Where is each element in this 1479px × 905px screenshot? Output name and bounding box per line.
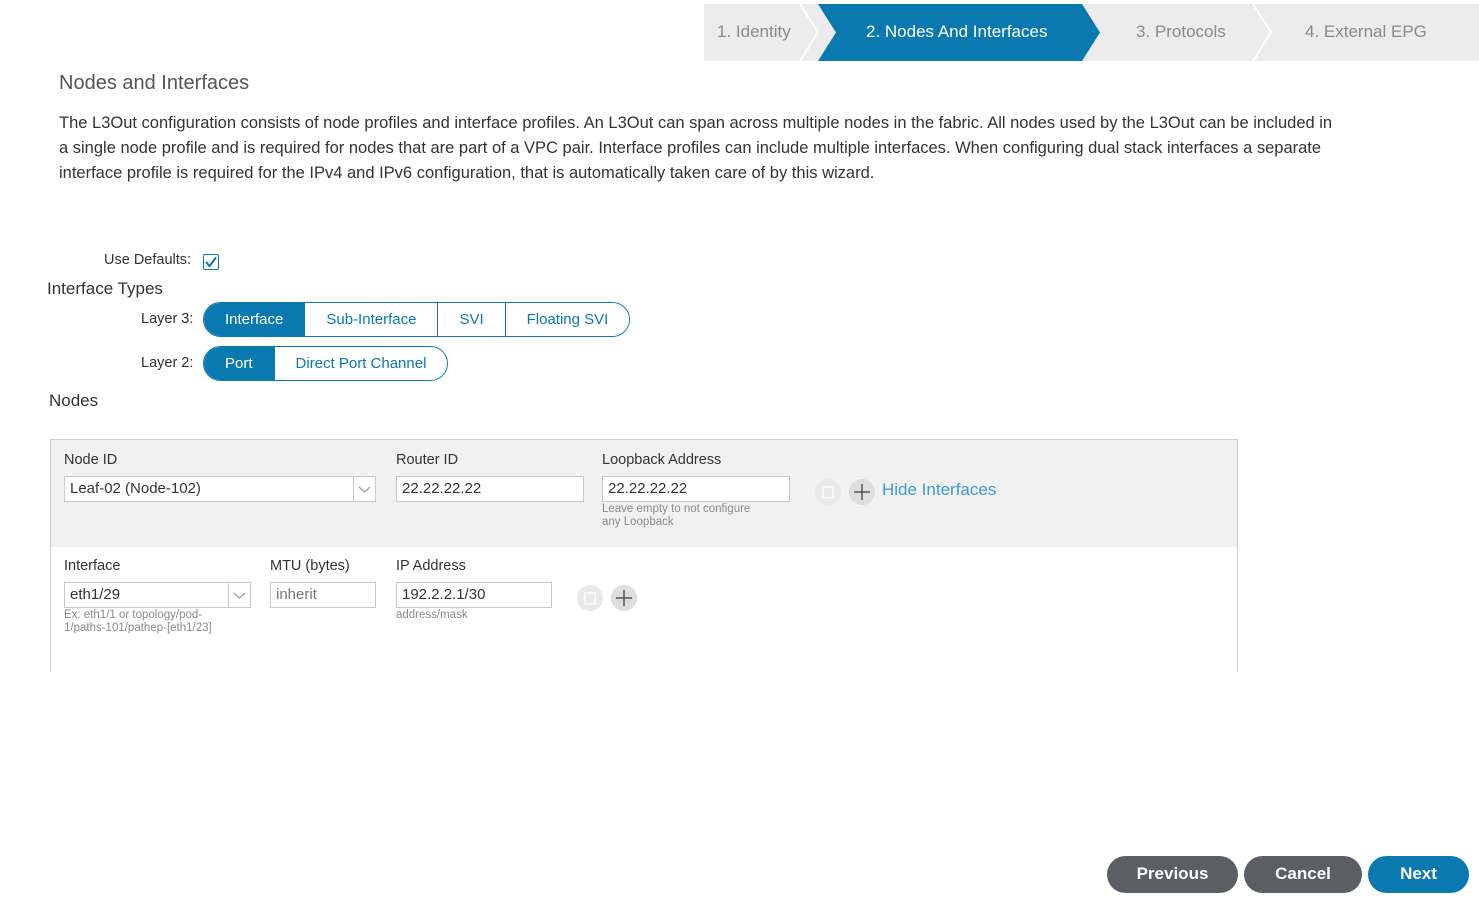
- previous-button[interactable]: Previous: [1107, 856, 1238, 893]
- use-defaults-checkbox[interactable]: [203, 254, 219, 270]
- step-separator: [799, 4, 819, 61]
- cancel-button[interactable]: Cancel: [1244, 856, 1362, 893]
- trash-icon: [822, 486, 834, 499]
- loopback-hint: Leave empty to not configure any Loopbac…: [602, 503, 750, 529]
- layer3-option-sub-interface[interactable]: Sub-Interface: [304, 303, 438, 336]
- layer3-segmented-control: Interface Sub-Interface SVI Floating SVI: [203, 302, 631, 337]
- description-line: a single node profile and is required fo…: [59, 139, 1322, 157]
- delete-node-button[interactable]: [815, 479, 841, 505]
- layer3-label: Layer 3:: [141, 311, 194, 327]
- page-title: Nodes and Interfaces: [59, 72, 250, 94]
- node-id-value: Leaf-02 (Node-102): [70, 480, 201, 497]
- node-id-label: Node ID: [64, 452, 118, 468]
- use-defaults-label: Use Defaults:: [104, 252, 192, 268]
- interface-types-title: Interface Types: [47, 279, 163, 298]
- chevron-down-icon: [353, 477, 375, 501]
- trash-icon: [584, 592, 596, 605]
- description-line: interface profile is required for the IP…: [59, 164, 875, 182]
- nodes-panel: Node ID Leaf-02 (Node-102) Router ID 22.…: [50, 439, 1238, 672]
- loopback-address-input[interactable]: 22.22.22.22: [602, 476, 790, 502]
- interface-label: Interface: [64, 558, 121, 574]
- layer2-segmented-control: Port Direct Port Channel: [203, 346, 449, 381]
- step-identity[interactable]: 1. Identity: [717, 4, 791, 61]
- layer2-option-direct-port-channel[interactable]: Direct Port Channel: [273, 347, 448, 380]
- ip-address-hint: address/mask: [396, 609, 468, 621]
- mtu-input[interactable]: inherit: [270, 582, 376, 608]
- layer3-option-interface[interactable]: Interface: [204, 303, 305, 336]
- ip-address-input[interactable]: 192.2.2.1/30: [396, 582, 552, 608]
- layer2-label: Layer 2:: [141, 355, 194, 371]
- interface-hint: Ex: eth1/1 or topology/pod- 1/paths-101/…: [64, 609, 212, 635]
- loopback-hint-line: Leave empty to not configure: [602, 503, 751, 515]
- router-id-input[interactable]: 22.22.22.22: [396, 476, 584, 502]
- nodes-title: Nodes: [49, 391, 99, 410]
- description-line: The L3Out configuration consists of node…: [59, 114, 1333, 132]
- delete-interface-button[interactable]: [577, 585, 603, 611]
- plus-icon: [854, 484, 870, 500]
- hide-interfaces-link[interactable]: Hide Interfaces: [882, 480, 996, 500]
- checkmark-icon: [205, 256, 217, 268]
- router-id-label: Router ID: [396, 452, 459, 468]
- next-button[interactable]: Next: [1368, 856, 1469, 893]
- layer3-option-floating-svi[interactable]: Floating SVI: [504, 303, 630, 336]
- interface-hint-line: 1/paths-101/pathep-[eth1/23]: [64, 622, 212, 634]
- plus-icon: [616, 590, 632, 606]
- layer3-option-svi[interactable]: SVI: [437, 303, 505, 336]
- step-protocols[interactable]: 3. Protocols: [1136, 4, 1226, 61]
- chevron-down-icon: [228, 583, 250, 607]
- ip-address-label: IP Address: [396, 558, 466, 574]
- loopback-address-label: Loopback Address: [602, 452, 722, 468]
- page-description: The L3Out configuration consists of node…: [59, 111, 1479, 186]
- node-row: Node ID Leaf-02 (Node-102) Router ID 22.…: [51, 440, 1237, 547]
- node-id-select[interactable]: Leaf-02 (Node-102): [64, 476, 376, 502]
- add-node-button[interactable]: [849, 479, 875, 505]
- interface-hint-line: Ex: eth1/1 or topology/pod-: [64, 609, 203, 621]
- step-nodes-and-interfaces-label: 2. Nodes And Interfaces: [866, 22, 1048, 41]
- step-nodes-and-interfaces[interactable]: 2. Nodes And Interfaces: [818, 4, 1100, 61]
- interface-select[interactable]: eth1/29: [64, 582, 251, 608]
- step-external-epg[interactable]: 4. External EPG: [1305, 4, 1427, 61]
- add-interface-button[interactable]: [611, 585, 637, 611]
- interface-value: eth1/29: [70, 586, 121, 603]
- loopback-hint-line: any Loopback: [602, 516, 674, 528]
- step-separator: [1252, 4, 1272, 61]
- wizard-steps: 1. Identity 2. Nodes And Interfaces 3. P…: [704, 4, 1479, 61]
- mtu-label: MTU (bytes): [270, 558, 350, 574]
- layer2-option-port[interactable]: Port: [204, 347, 274, 380]
